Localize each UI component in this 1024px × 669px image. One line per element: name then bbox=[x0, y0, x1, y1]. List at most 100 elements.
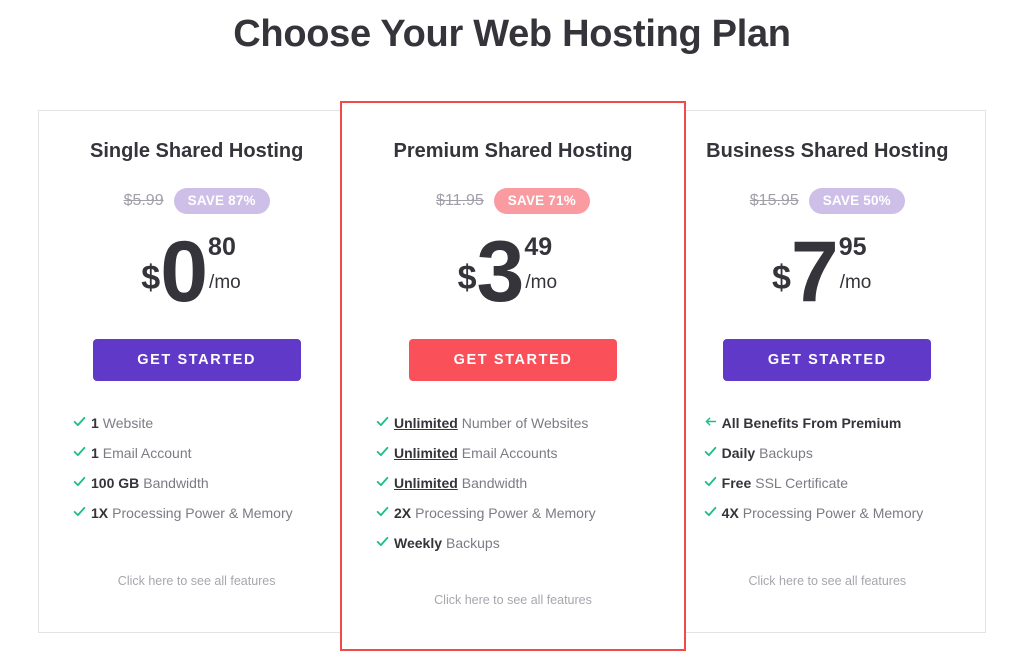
feature-label: Processing Power & Memory bbox=[112, 505, 293, 521]
plan-old-price: $5.99 bbox=[123, 192, 164, 209]
plan-price: $0 80/mo bbox=[39, 229, 354, 317]
check-icon bbox=[376, 415, 394, 431]
feature-highlight: Unlimited bbox=[394, 445, 458, 461]
feature-text: Weekly Backups bbox=[394, 535, 500, 551]
feature-label: SSL Certificate bbox=[755, 475, 849, 491]
feature-label: Bandwidth bbox=[143, 475, 209, 491]
feature-label: Number of Websites bbox=[461, 415, 589, 431]
feature-item: Free SSL Certificate bbox=[704, 475, 985, 505]
feature-text: Unlimited Bandwidth bbox=[394, 475, 527, 491]
plan-old-price: $15.95 bbox=[749, 192, 799, 209]
feature-label: Email Account bbox=[102, 445, 192, 461]
plan-cta-wrapper: GET STARTED bbox=[342, 339, 684, 381]
plan-card-premium-shared-hosting: Premium Shared Hosting $11.95 SAVE 71% $3 49… bbox=[340, 101, 686, 651]
check-icon bbox=[73, 475, 91, 491]
feature-highlight: 2X bbox=[394, 505, 412, 521]
price-currency-symbol: $ bbox=[771, 259, 791, 297]
plan-discount-row: $11.95 SAVE 71% bbox=[342, 187, 684, 215]
get-started-button[interactable]: GET STARTED bbox=[723, 339, 932, 381]
feature-item: Daily Backups bbox=[704, 445, 985, 475]
check-icon bbox=[376, 535, 394, 551]
feature-text: All Benefits From Premium bbox=[722, 415, 902, 431]
feature-label: Processing Power & Memory bbox=[742, 505, 924, 521]
price-amount: 7 bbox=[790, 224, 839, 320]
feature-text: 2X Processing Power & Memory bbox=[394, 505, 596, 521]
plan-title: Single Shared Hosting bbox=[89, 140, 304, 162]
page-title: Choose Your Web Hosting Plan bbox=[233, 13, 791, 55]
feature-text: Free SSL Certificate bbox=[722, 475, 848, 491]
feature-item: 4X Processing Power & Memory bbox=[704, 505, 985, 535]
price-period: /mo bbox=[209, 272, 241, 293]
feature-text: 1 Website bbox=[91, 415, 153, 431]
price-period: /mo bbox=[839, 272, 872, 293]
feature-highlight: 4X bbox=[721, 505, 739, 521]
plan-save-badge: SAVE 50% bbox=[808, 188, 905, 214]
feature-label: Bandwidth bbox=[461, 475, 528, 491]
feature-label: Backups bbox=[446, 535, 500, 551]
feature-item: Unlimited Email Accounts bbox=[376, 445, 684, 475]
check-icon bbox=[73, 415, 91, 431]
feature-text: Unlimited Email Accounts bbox=[394, 445, 558, 461]
check-icon bbox=[73, 445, 91, 461]
price-amount: 3 bbox=[476, 224, 525, 320]
see-all-features-link[interactable]: Click here to see all features bbox=[39, 574, 354, 588]
feature-highlight: Weekly bbox=[394, 535, 442, 551]
check-icon bbox=[376, 445, 394, 461]
plan-feature-list: Unlimited Number of Websites Unlimited Emai… bbox=[342, 415, 684, 565]
feature-highlight: 1 bbox=[91, 415, 99, 431]
get-started-button[interactable]: GET STARTED bbox=[92, 339, 301, 381]
check-icon bbox=[704, 475, 722, 491]
feature-item: 2X Processing Power & Memory bbox=[376, 505, 684, 535]
feature-label: Website bbox=[102, 415, 154, 431]
feature-item: All Benefits From Premium bbox=[704, 415, 985, 445]
feature-highlight: Daily bbox=[721, 445, 756, 461]
check-icon bbox=[376, 505, 394, 521]
plan-card-single-shared-hosting: Single Shared Hosting $5.99 SAVE 87% $0 80/m… bbox=[39, 111, 355, 632]
plan-cta-wrapper: GET STARTED bbox=[39, 339, 354, 381]
arrow-left-icon bbox=[704, 415, 722, 431]
check-icon bbox=[376, 475, 394, 491]
plan-save-badge: SAVE 71% bbox=[493, 188, 590, 214]
feature-text: 1 Email Account bbox=[91, 445, 192, 461]
get-started-button[interactable]: GET STARTED bbox=[409, 339, 617, 381]
price-currency-symbol: $ bbox=[457, 259, 477, 297]
feature-item: 100 GB Bandwidth bbox=[73, 475, 354, 505]
feature-item: 1 Email Account bbox=[73, 445, 354, 475]
price-cents: 80 bbox=[208, 233, 236, 261]
check-icon bbox=[73, 505, 91, 521]
plan-feature-list: 1 Website 1 Email Account 100 GB Bandwidth 1X P… bbox=[39, 415, 354, 535]
plan-cta-wrapper: GET STARTED bbox=[670, 339, 985, 381]
feature-item: 1 Website bbox=[73, 415, 354, 445]
price-cents: 49 bbox=[524, 233, 553, 261]
plan-discount-row: $15.95 SAVE 50% bbox=[670, 187, 985, 215]
price-currency-symbol: $ bbox=[141, 259, 161, 297]
feature-label: Email Accounts bbox=[461, 445, 558, 461]
plan-title: Premium Shared Hosting bbox=[393, 140, 633, 162]
pricing-plans-container: Single Shared Hosting $5.99 SAVE 87% $0 80/m… bbox=[38, 101, 986, 651]
feature-label: All Benefits From Premium bbox=[721, 415, 902, 431]
check-icon bbox=[704, 505, 722, 521]
plan-price: $3 49/mo bbox=[342, 224, 684, 320]
feature-highlight: 100 GB bbox=[91, 475, 140, 491]
feature-text: Unlimited Number of Websites bbox=[394, 415, 588, 431]
plan-card-business-shared-hosting: Business Shared Hosting $15.95 SAVE 50% $7 9… bbox=[669, 111, 985, 632]
plan-old-price: $11.95 bbox=[436, 192, 484, 209]
check-icon bbox=[704, 445, 722, 461]
plan-save-badge: SAVE 87% bbox=[173, 188, 270, 214]
see-all-features-link[interactable]: Click here to see all features bbox=[670, 574, 985, 588]
feature-item: Unlimited Bandwidth bbox=[376, 475, 684, 505]
feature-text: Daily Backups bbox=[722, 445, 813, 461]
feature-item: Unlimited Number of Websites bbox=[376, 415, 684, 445]
feature-highlight: Unlimited bbox=[394, 475, 458, 491]
price-period: /mo bbox=[525, 272, 558, 293]
plan-title: Business Shared Hosting bbox=[706, 140, 949, 162]
see-all-features-link[interactable]: Click here to see all features bbox=[342, 593, 684, 607]
price-cents: 95 bbox=[838, 233, 867, 261]
feature-text: 4X Processing Power & Memory bbox=[722, 505, 924, 521]
plan-price: $7 95/mo bbox=[670, 224, 985, 320]
feature-text: 100 GB Bandwidth bbox=[91, 475, 209, 491]
feature-text: 1X Processing Power & Memory bbox=[91, 505, 293, 521]
feature-item: Weekly Backups bbox=[376, 535, 684, 565]
feature-item: 1X Processing Power & Memory bbox=[73, 505, 354, 535]
plan-feature-list: All Benefits From Premium Daily Backups Fre… bbox=[670, 415, 985, 535]
